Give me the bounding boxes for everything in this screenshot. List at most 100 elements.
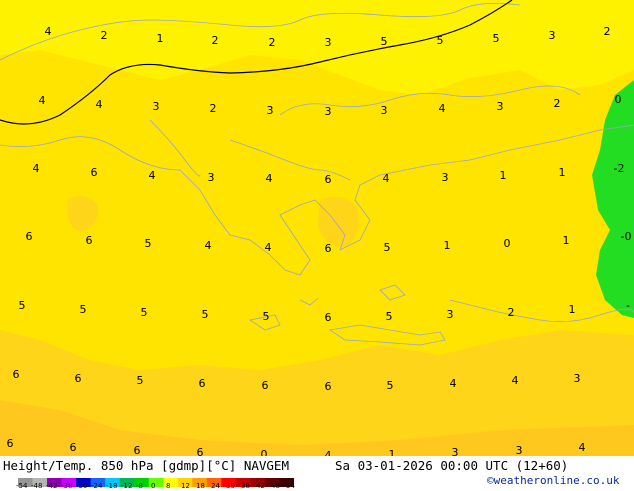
value-label: 3	[497, 100, 504, 113]
color-scale-tick-label: -48	[31, 482, 43, 490]
value-label: 3	[153, 100, 160, 113]
color-scale-tick-label: 38	[241, 482, 250, 490]
value-label: 4	[266, 172, 273, 185]
value-label: -2	[614, 162, 625, 175]
color-scale-tick-label: 42	[256, 482, 265, 490]
value-label: 5	[19, 299, 26, 312]
credit-link[interactable]: ©weatheronline.co.uk	[487, 474, 619, 487]
color-scale-tick-label: -18	[106, 482, 118, 490]
value-label: 5	[386, 310, 393, 323]
color-scale-tick-label: 8	[166, 482, 171, 490]
value-label: 1	[563, 234, 570, 247]
map-footer: Height/Temp. 850 hPa [gdmp][°C] NAVGEM S…	[0, 456, 634, 490]
value-label: 1	[444, 239, 451, 252]
value-label: 4	[265, 241, 272, 254]
value-label: 4	[45, 25, 52, 38]
value-label: 4	[439, 102, 446, 115]
value-label: 1	[157, 32, 164, 45]
value-label: 3	[549, 29, 556, 42]
value-label: 3	[442, 171, 449, 184]
value-label: 2	[212, 34, 219, 47]
color-scale-tick-label: -24	[91, 482, 103, 490]
value-label: 6	[13, 368, 20, 381]
value-label: 6	[325, 242, 332, 255]
value-label: 5	[145, 237, 152, 250]
color-scale	[18, 472, 295, 487]
value-label: 3	[516, 444, 523, 456]
value-label: 0	[261, 448, 268, 456]
value-label: 2	[101, 29, 108, 42]
value-label: 1	[569, 303, 576, 316]
value-label: 2	[604, 25, 611, 38]
value-label: 6	[197, 446, 204, 456]
value-label: -	[626, 299, 630, 312]
color-scale-tick-label: -30	[76, 482, 88, 490]
value-label: 5	[202, 308, 209, 321]
color-scale-tick-label: 18	[196, 482, 205, 490]
value-label: 6	[91, 166, 98, 179]
value-label: -0	[621, 230, 632, 243]
value-label: 5	[80, 303, 87, 316]
value-label: 6	[134, 444, 141, 456]
value-label: 4	[33, 162, 40, 175]
value-label: 6	[262, 379, 269, 392]
color-scale-tick-label: -12	[121, 482, 133, 490]
color-scale-bar	[18, 478, 295, 487]
forecast-datetime: Sa 03-01-2026 00:00 UTC (12+60)	[335, 458, 569, 473]
color-scale-tick-label: 48	[271, 482, 280, 490]
value-label: 4	[325, 449, 332, 456]
color-scale-tick-label: 0	[151, 482, 156, 490]
value-label: 6	[86, 234, 93, 247]
value-label: 6	[70, 441, 77, 454]
weather-map: 4 2 1 2 2 3 5 5 5 3 2 4 4 3 2 3 3 3 4 3 2 0 4 6 4 3 4 6 4 3 1 1 -2 6 6 5 4 4 6…	[0, 0, 634, 490]
value-label: 4	[39, 94, 46, 107]
value-label: 4	[96, 98, 103, 111]
value-label: 0	[615, 93, 622, 106]
value-label: 3	[325, 36, 332, 49]
color-scale-tick-label: 24	[211, 482, 220, 490]
value-label: 4	[512, 374, 519, 387]
value-label: 1	[500, 169, 507, 182]
value-label: 4	[579, 441, 586, 454]
value-label: 4	[205, 239, 212, 252]
value-label: 5	[263, 310, 270, 323]
color-scale-tick-label: -8	[136, 482, 143, 490]
color-scale-tick-label: -38	[61, 482, 73, 490]
value-label: 2	[508, 306, 515, 319]
value-label: 3	[267, 104, 274, 117]
color-scale-tick-label: 12	[181, 482, 190, 490]
value-label: 6	[7, 437, 14, 450]
value-label: 5	[384, 241, 391, 254]
value-label: 3	[381, 104, 388, 117]
value-label: 5	[437, 34, 444, 47]
color-scale-tick-label: 30	[226, 482, 235, 490]
value-label: 5	[141, 306, 148, 319]
value-label: 6	[325, 173, 332, 186]
value-label: 3	[325, 105, 332, 118]
value-label: 6	[75, 372, 82, 385]
map-canvas: 4 2 1 2 2 3 5 5 5 3 24 4 3 2 3 3 3 4 3 2 04 6 4 3 4 6 4 3 1 1 -26 6 5 4 4 6…	[0, 0, 634, 456]
value-label: 2	[269, 36, 276, 49]
value-label: 3	[452, 446, 459, 456]
value-label: 4	[450, 377, 457, 390]
value-label: 0	[504, 237, 511, 250]
value-label: 5	[137, 374, 144, 387]
value-label: 5	[381, 35, 388, 48]
value-label: 5	[387, 379, 394, 392]
value-label: 2	[210, 102, 217, 115]
value-label: 1	[389, 448, 396, 456]
value-label: 1	[559, 166, 566, 179]
value-label: 6	[199, 377, 206, 390]
value-label: 3	[574, 372, 581, 385]
value-label: 6	[26, 230, 33, 243]
value-label: 3	[447, 308, 454, 321]
value-label: 5	[493, 32, 500, 45]
color-scale-tick-label: -42	[46, 482, 58, 490]
map-title: Height/Temp. 850 hPa [gdmp][°C] NAVGEM	[3, 458, 289, 473]
color-scale-tick-label: -54	[16, 482, 28, 490]
value-label: 3	[208, 171, 215, 184]
color-scale-tick-label: 54	[286, 482, 295, 490]
value-label: 2	[554, 97, 561, 110]
value-label: 6	[325, 380, 332, 393]
value-label: 4	[383, 172, 390, 185]
